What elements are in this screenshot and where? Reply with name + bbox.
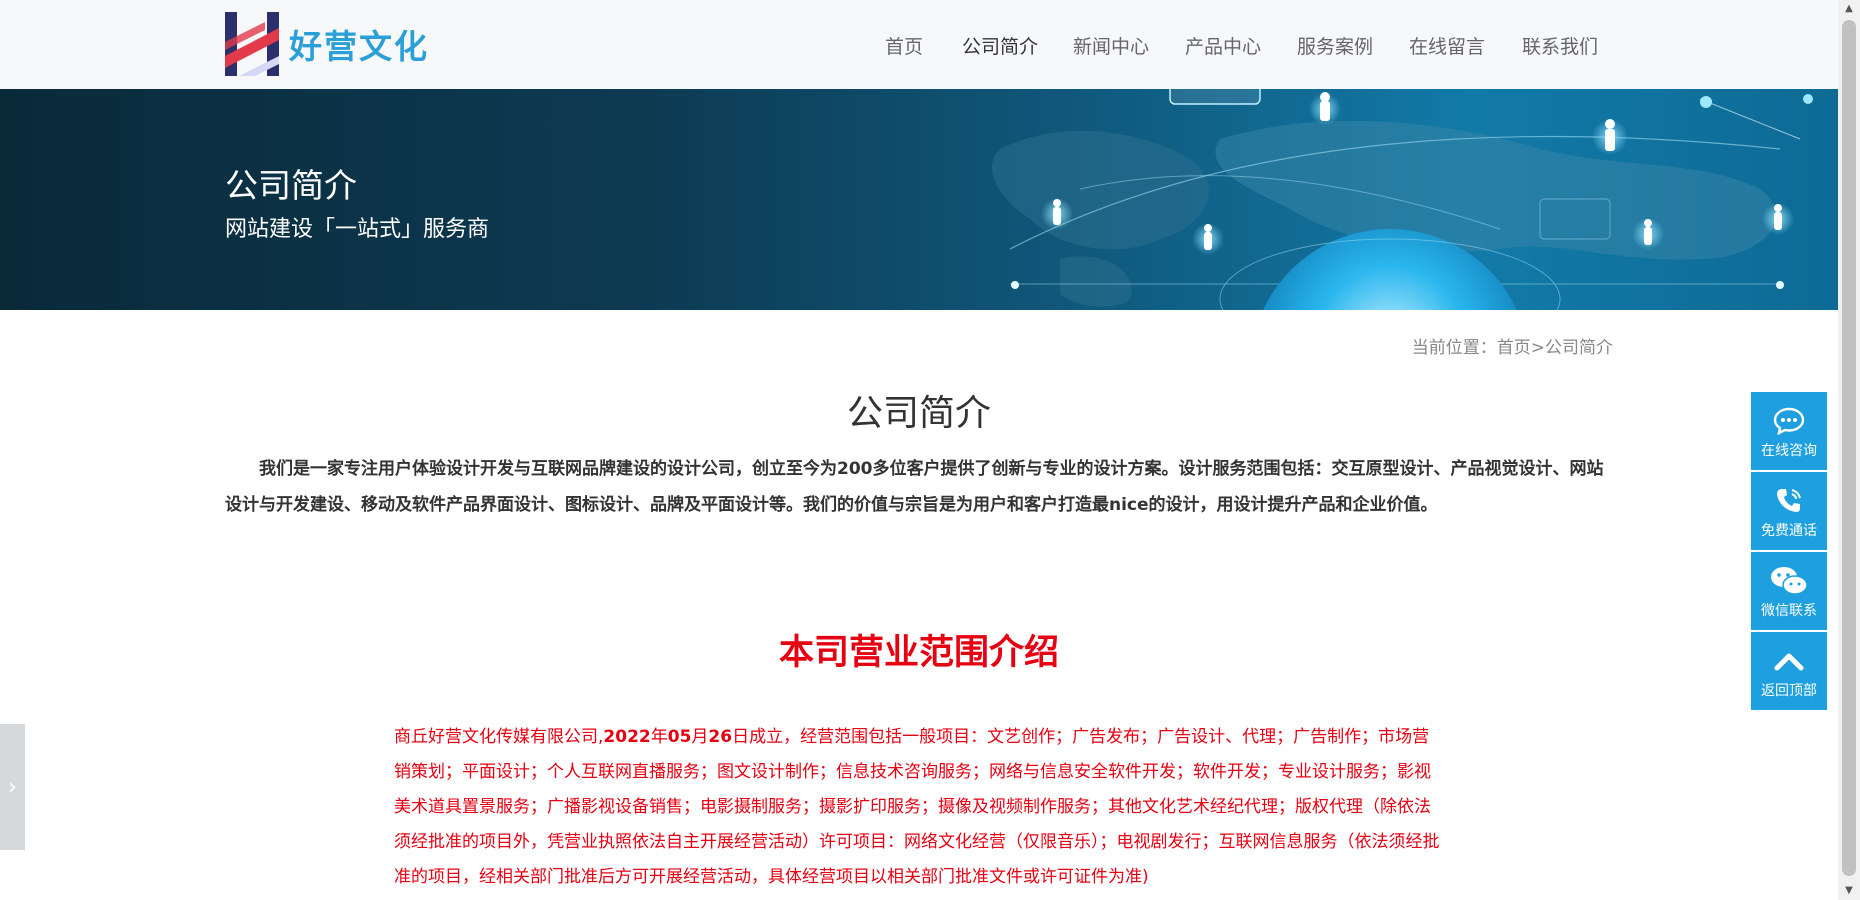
- nav-news[interactable]: 新闻中心: [1073, 32, 1149, 59]
- nav-about[interactable]: 公司简介: [962, 32, 1038, 59]
- banner-title: 公司简介: [225, 166, 357, 205]
- scope-body: 商丘好营文化传媒有限公司,2022年05月26日成立，经营范围包括一般项目：文艺…: [394, 720, 1446, 895]
- site-header: 好营文化 首页 公司简介 新闻中心 产品中心 服务案例 在线留言 联系我们: [0, 0, 1838, 89]
- phone-icon: [1751, 486, 1827, 516]
- chat-bubble-icon: [1751, 406, 1827, 436]
- banner-subtitle: 网站建设「一站式」服务商: [225, 217, 490, 242]
- page-banner: 公司简介 网站建设「一站式」服务商: [0, 89, 1838, 310]
- page-title: 公司简介: [846, 393, 991, 434]
- scope-title: 本司营业范围介绍: [778, 633, 1059, 673]
- wechat-contact-button[interactable]: 微信联系: [1751, 552, 1827, 630]
- scope-rest: 日成立，经营范围包括一般项目：文艺创作；广告发布；广告设计、代理；广告制作；市场…: [394, 727, 1440, 887]
- nav-cases[interactable]: 服务案例: [1297, 32, 1373, 59]
- wechat-contact-label: 微信联系: [1761, 603, 1817, 619]
- scope-month-unit: 月: [691, 727, 709, 747]
- left-side-tab[interactable]: ›: [0, 724, 25, 850]
- nav-message[interactable]: 在线留言: [1409, 32, 1485, 59]
- online-consult-label: 在线咨询: [1761, 443, 1817, 459]
- scope-year-unit: 年: [650, 727, 668, 747]
- wechat-icon: [1751, 566, 1827, 596]
- company-intro: 我们是一家专注用户体验设计开发与互联网品牌建设的设计公司，创立至今为200多位客…: [225, 459, 1604, 515]
- chevron-up-icon: [1751, 646, 1827, 676]
- free-call-button[interactable]: 免费通话: [1751, 472, 1827, 550]
- back-to-top-button[interactable]: 返回顶部: [1751, 632, 1827, 710]
- nav-contact[interactable]: 联系我们: [1522, 32, 1598, 59]
- free-call-label: 免费通话: [1761, 523, 1817, 539]
- nav-home[interactable]: 首页: [885, 32, 923, 59]
- scope-company: 商丘好营文化传媒有限公司,: [394, 727, 604, 747]
- online-consult-button[interactable]: 在线咨询: [1751, 392, 1827, 470]
- scope-year: 2022: [603, 727, 651, 747]
- scope-day: 26: [708, 727, 733, 747]
- breadcrumb[interactable]: 当前位置：首页>公司简介: [1412, 333, 1613, 358]
- back-to-top-label: 返回顶部: [1761, 683, 1817, 699]
- nav-products[interactable]: 产品中心: [1185, 32, 1261, 59]
- page-scrollbar[interactable]: ▲ ▼: [1838, 0, 1860, 900]
- scope-month: 05: [667, 727, 692, 747]
- scroll-down-arrow-icon[interactable]: ▼: [1838, 882, 1860, 900]
- chevron-right-icon: ›: [8, 774, 17, 800]
- scroll-thumb[interactable]: [1842, 20, 1856, 876]
- main-nav: 首页 公司简介 新闻中心 产品中心 服务案例 在线留言 联系我们: [0, 0, 1838, 89]
- floating-service-bar: 在线咨询 免费通话 微信联系 返回顶部: [1751, 392, 1827, 712]
- scroll-up-arrow-icon[interactable]: ▲: [1838, 0, 1860, 18]
